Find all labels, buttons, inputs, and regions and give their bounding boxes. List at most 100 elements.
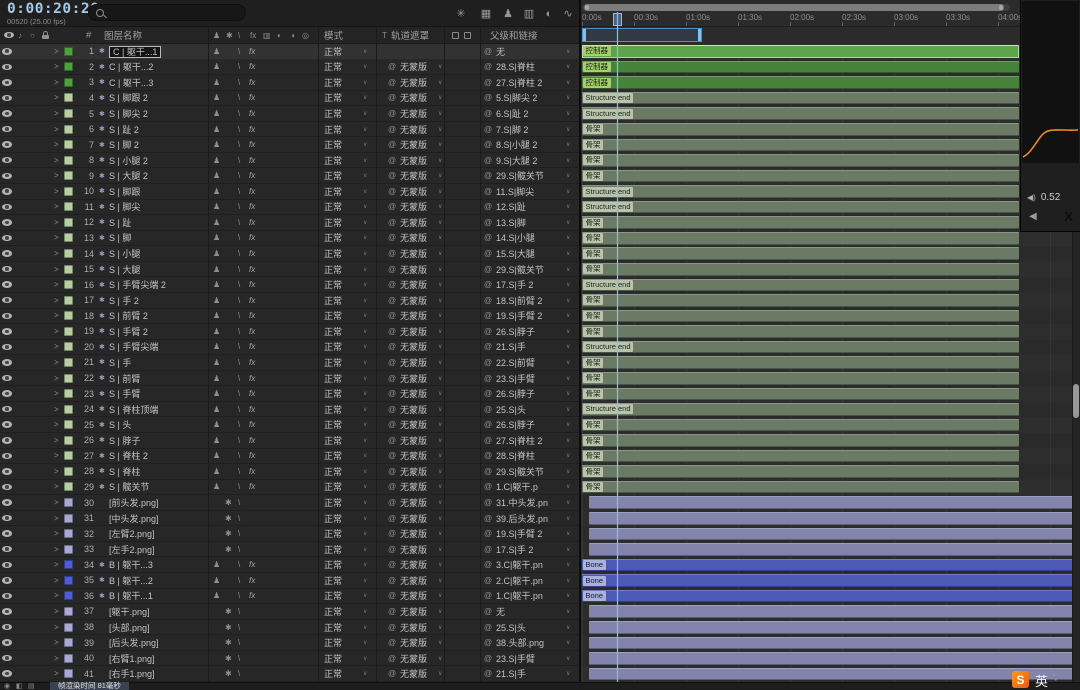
parent-select[interactable]: 无: [496, 604, 505, 619]
layer-marker[interactable]: Structure end: [583, 109, 633, 119]
shy-switch[interactable]: ♟: [213, 200, 220, 215]
parent-select[interactable]: 21.S|手: [496, 340, 526, 355]
parent-pickwhip[interactable]: @: [484, 277, 492, 292]
expand-arrow[interactable]: >: [54, 309, 59, 324]
expand-arrow[interactable]: >: [54, 137, 59, 152]
parent-select[interactable]: 9.S|大腿 2: [496, 153, 537, 168]
draft-3d-icon[interactable]: ▦: [477, 5, 495, 22]
label-swatch[interactable]: [64, 589, 73, 604]
timeline-row[interactable]: [580, 542, 1080, 558]
column-number[interactable]: #: [86, 27, 91, 43]
parent-select[interactable]: 38.头部.png: [496, 635, 544, 650]
mode-select[interactable]: 正常: [324, 184, 342, 199]
layer-marker[interactable]: 骨架: [583, 467, 603, 477]
label-swatch[interactable]: [64, 511, 73, 526]
trkmat-select[interactable]: 无蒙版: [400, 402, 427, 417]
shy-switch[interactable]: ♟: [213, 106, 220, 121]
fx-switch[interactable]: fx: [249, 558, 255, 573]
quality-switch[interactable]: \: [238, 542, 240, 557]
label-swatch[interactable]: [64, 44, 73, 59]
layer-name[interactable]: S | 脊柱 2: [109, 449, 148, 464]
quality-switch[interactable]: \: [238, 371, 240, 386]
trkmat-select[interactable]: 无蒙版: [400, 293, 427, 308]
mode-select[interactable]: 正常: [324, 371, 342, 386]
layer-name[interactable]: [右手1.png]: [109, 666, 155, 681]
layer-row[interactable]: >41[右手1.png]✱\正常∨@无蒙版∨@21.S|手∨: [0, 666, 580, 682]
timeline-row[interactable]: [580, 526, 1080, 542]
layer-duration-bar[interactable]: 骨架: [582, 356, 1019, 369]
close-icon[interactable]: X: [1064, 209, 1073, 224]
fx-switch[interactable]: fx: [249, 91, 255, 106]
trkmat-select[interactable]: 无蒙版: [400, 309, 427, 324]
quality-switch[interactable]: \: [238, 246, 240, 261]
expand-arrow[interactable]: >: [54, 60, 59, 75]
trkmat-select[interactable]: 无蒙版: [400, 449, 427, 464]
label-color-swatch[interactable]: [64, 623, 73, 632]
label-color-swatch[interactable]: [64, 374, 73, 383]
video-eye-toggle[interactable]: [2, 215, 12, 230]
parent-select[interactable]: 29.S|髋关节: [496, 464, 544, 479]
shy-column-icon[interactable]: ♟: [213, 27, 220, 43]
label-swatch[interactable]: [64, 184, 73, 199]
preserve-transparency-icon[interactable]: [464, 32, 471, 39]
expand-arrow[interactable]: >: [54, 340, 59, 355]
shy-switch[interactable]: ♟: [213, 386, 220, 401]
label-color-swatch[interactable]: [64, 467, 73, 476]
label-swatch[interactable]: [64, 60, 73, 75]
layer-row[interactable]: >25✱S | 头♟\fx正常∨@无蒙版∨@26.S|脖子∨: [0, 417, 580, 433]
layer-marker[interactable]: Bone: [583, 560, 606, 570]
layer-name[interactable]: S | 大腿: [109, 262, 140, 277]
time-ruler[interactable]: 0:00s00:30s01:00s01:30s02:00s02:30s03:00…: [580, 12, 1080, 27]
vertical-scrollbar-track[interactable]: [1072, 232, 1080, 682]
video-eye-toggle[interactable]: [2, 433, 12, 448]
layer-marker[interactable]: 骨架: [583, 327, 603, 337]
fx-switch[interactable]: fx: [249, 589, 255, 604]
layer-duration-bar[interactable]: 骨架: [582, 481, 1019, 494]
label-color-swatch[interactable]: [64, 358, 73, 367]
parent-pickwhip[interactable]: @: [484, 386, 492, 401]
label-color-swatch[interactable]: [64, 405, 73, 414]
trkmat-select[interactable]: 无蒙版: [400, 122, 427, 137]
parent-select[interactable]: 23.S|手臂: [496, 651, 535, 666]
trkmat-select[interactable]: 无蒙版: [400, 75, 427, 90]
video-eye-toggle[interactable]: [2, 246, 12, 261]
layer-row[interactable]: >8✱S | 小腿 2♟\fx正常∨@无蒙版∨@9.S|大腿 2∨: [0, 153, 580, 169]
timeline-row[interactable]: 骨架: [580, 371, 1080, 387]
label-swatch[interactable]: [64, 137, 73, 152]
sogou-ime-logo[interactable]: S: [1012, 671, 1029, 688]
trkmat-select[interactable]: 无蒙版: [400, 153, 427, 168]
parent-select[interactable]: 14.S|小腿: [496, 231, 535, 246]
trkmat-pickwhip[interactable]: @: [388, 75, 396, 90]
collapse-switch[interactable]: ✱: [225, 635, 232, 650]
trkmat-select[interactable]: 无蒙版: [400, 246, 427, 261]
timeline-row[interactable]: [580, 495, 1080, 511]
layer-marker[interactable]: Structure end: [583, 93, 633, 103]
expand-arrow[interactable]: >: [54, 184, 59, 199]
layer-marker[interactable]: 骨架: [583, 451, 603, 461]
parent-pickwhip[interactable]: @: [484, 620, 492, 635]
timeline-row[interactable]: 骨架: [580, 433, 1080, 449]
expand-arrow[interactable]: >: [54, 200, 59, 215]
timeline-row[interactable]: Bone: [580, 573, 1080, 589]
trkmat-pickwhip[interactable]: @: [388, 293, 396, 308]
shy-switch[interactable]: ♟: [213, 60, 220, 75]
quality-switch[interactable]: \: [238, 44, 240, 59]
mode-select[interactable]: 正常: [324, 355, 342, 370]
label-swatch[interactable]: [64, 340, 73, 355]
layer-name[interactable]: S | 手: [109, 355, 131, 370]
trkmat-pickwhip[interactable]: @: [388, 433, 396, 448]
trkmat-pickwhip[interactable]: @: [388, 635, 396, 650]
video-eye-toggle[interactable]: [2, 60, 12, 75]
mode-select[interactable]: 正常: [324, 402, 342, 417]
video-eye-toggle[interactable]: [2, 168, 12, 183]
video-eye-toggle[interactable]: [2, 511, 12, 526]
parent-pickwhip[interactable]: @: [484, 153, 492, 168]
fx-switch[interactable]: fx: [249, 277, 255, 292]
parent-pickwhip[interactable]: @: [484, 200, 492, 215]
expand-arrow[interactable]: >: [54, 558, 59, 573]
parent-pickwhip[interactable]: @: [484, 309, 492, 324]
mode-select[interactable]: 正常: [324, 106, 342, 121]
motion-blur-icon[interactable]: ◐: [540, 5, 558, 22]
timeline-row[interactable]: [580, 511, 1080, 527]
quality-switch[interactable]: \: [238, 153, 240, 168]
